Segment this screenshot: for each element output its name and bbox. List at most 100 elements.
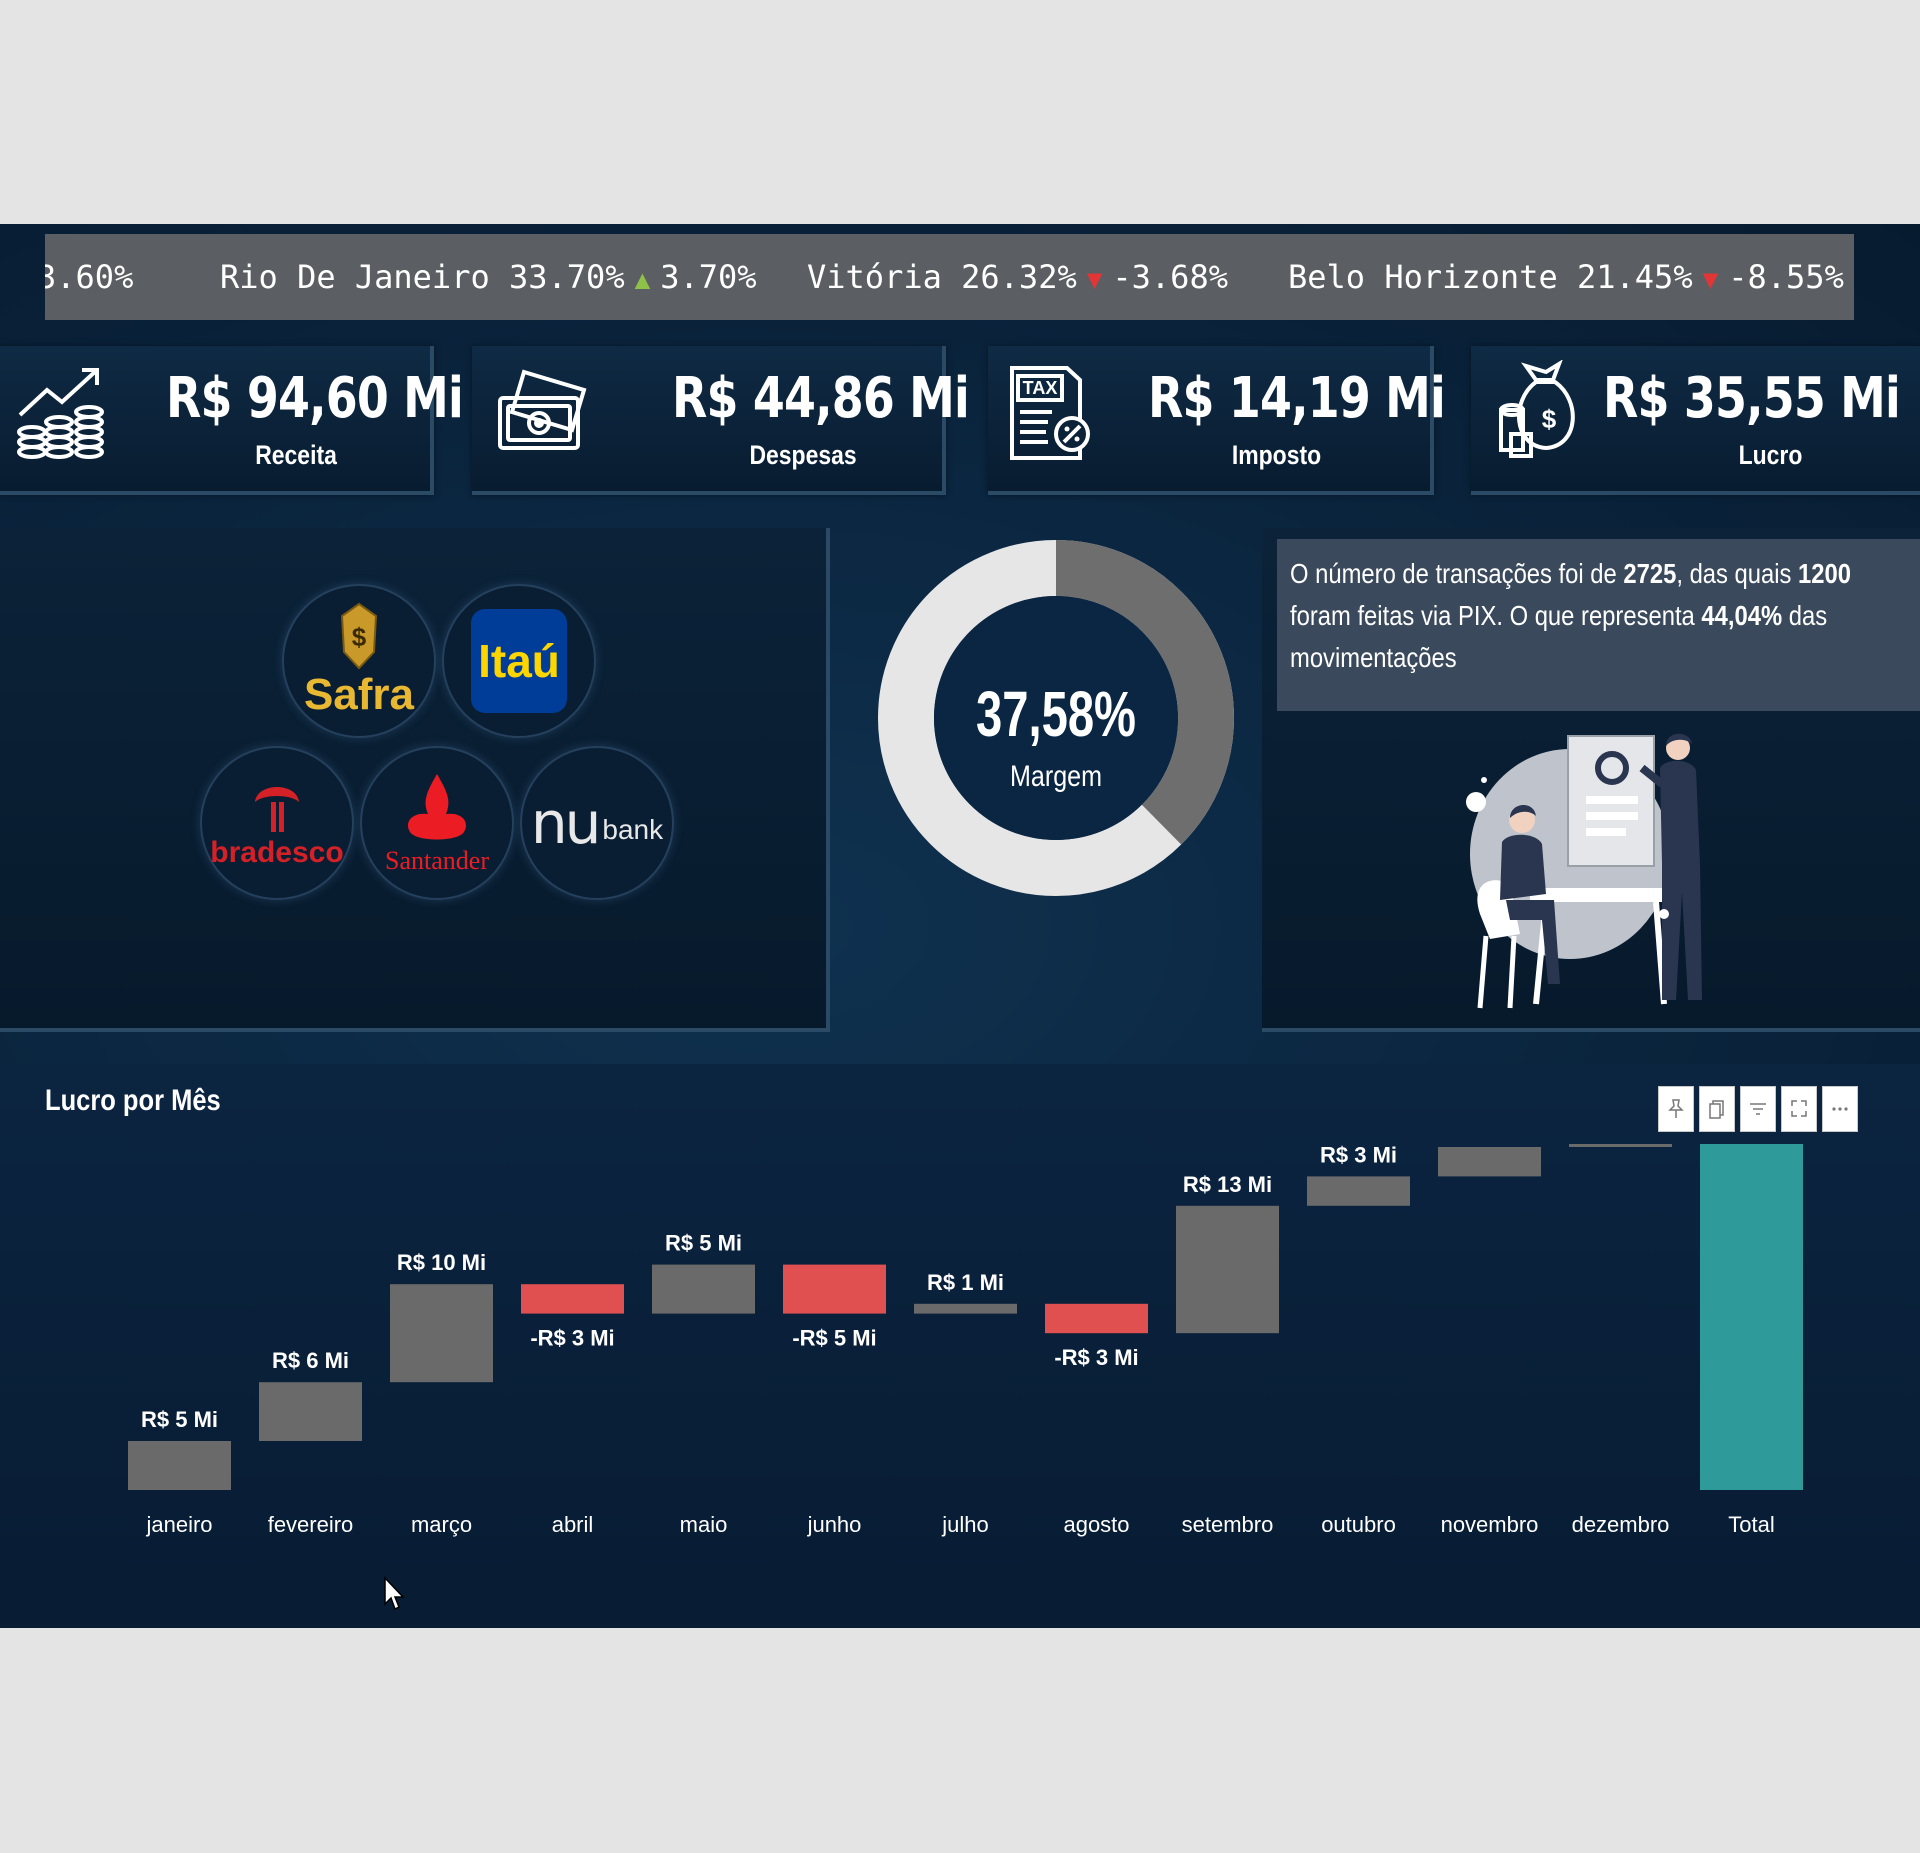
kpi-label: Despesas [749,440,857,470]
ticker-item: 3.60% [45,258,134,296]
x-tick-label: agosto [1063,1512,1129,1537]
x-tick-label: setembro [1182,1512,1274,1537]
month-bar[interactable] [914,1303,1017,1314]
bank-logo-bradesco[interactable]: bradesco [200,746,354,900]
data-label: R$ 5 Mi [141,1407,218,1432]
kpi-value: R$ 35,55 Mi [1603,366,1901,431]
x-tick-label: outubro [1321,1512,1396,1537]
filter-icon[interactable] [1740,1086,1776,1132]
kpi-value: R$ 94,60 Mi [166,366,464,431]
x-tick-label: maio [680,1512,728,1537]
more-options-icon[interactable] [1822,1086,1858,1132]
growth-coins-icon [17,368,104,459]
x-tick-label: janeiro [145,1512,212,1537]
bank-logo-itau[interactable]: Itaú [442,584,596,738]
banks-panel: $ Safra Itaú bradesco Santander nu bank [0,528,830,1032]
data-label: R$ 6 Mi [272,1348,349,1373]
month-bar[interactable] [783,1264,886,1314]
dashboard: 3.60% Rio De Janeiro 33.70% ▲ 3.70% Vitóri… [0,224,1920,1628]
arrow-down-icon: ▼ [1086,265,1103,295]
city-ticker: 3.60% Rio De Janeiro 33.70% ▲ 3.70% Vitóri… [45,234,1854,320]
svg-text:$: $ [352,622,367,652]
money-bag-icon: $ [1499,360,1575,458]
data-label: R$ 1 Mi [927,1270,1004,1295]
kpi-value: R$ 14,19 Mi [1148,366,1446,431]
x-tick-label: março [411,1512,472,1537]
data-label: -R$ 3 Mi [1054,1345,1138,1370]
month-bar[interactable] [390,1284,493,1383]
ticker-item: Rio De Janeiro 33.70% ▲ 3.70% [220,258,757,296]
x-tick-label: dezembro [1572,1512,1670,1537]
ticker-item: Belo Horizonte 21.45% ▼ -8.55% [1288,258,1844,296]
kpi-card-imposto[interactable]: TAX R$ 14,19 Mi Imposto [988,346,1446,495]
santander-flame-icon [408,774,466,840]
month-bar[interactable] [521,1284,624,1314]
bank-name: Safra [303,670,415,719]
total-bar[interactable] [1700,1144,1803,1490]
info-text: O número de transações foi de [1290,558,1624,589]
margin-label: Margem [1010,760,1102,793]
focus-mode-icon[interactable] [1781,1086,1817,1132]
transactions-summary: O número de transações foi de 2725, das … [1277,539,1920,711]
data-label: R$ 13 Mi [1183,1172,1272,1197]
kpi-label: Imposto [1231,440,1322,470]
kpi-value: R$ 44,86 Mi [672,366,970,431]
bank-name: Itaú [478,635,560,687]
ticker-item: Vitória 26.32% ▼ -3.68% [807,258,1228,296]
margin-donut[interactable]: 37,58% Margem [874,536,1238,900]
data-label: -R$ 3 Mi [530,1326,614,1351]
bank-logo-safra[interactable]: $ Safra [282,584,436,738]
info-text: , das quais [1676,558,1799,589]
bank-name: Santander [385,846,489,875]
month-bar[interactable] [259,1382,362,1441]
chart-title: Lucro por Mês [45,1084,221,1117]
month-bar[interactable] [1438,1147,1541,1177]
kpi-label: Lucro [1738,440,1803,470]
bank-logo-santander[interactable]: Santander [360,746,514,900]
info-text: foram feitas via PIX. O que representa [1290,600,1702,631]
data-label: R$ 5 Mi [665,1231,742,1256]
x-tick-label: novembro [1441,1512,1539,1537]
pix-count: 1200 [1798,558,1852,589]
tax-document-icon: TAX [1010,366,1090,460]
kpi-label: Receita [255,440,337,470]
data-label: R$ 10 Mi [397,1250,486,1275]
copy-icon[interactable] [1699,1086,1735,1132]
bank-name: bradesco [210,836,344,869]
x-tick-label: abril [552,1512,594,1537]
month-bar[interactable] [652,1264,755,1314]
nubank-bank: bank [602,814,664,845]
kpi-card-receita[interactable]: R$ 94,60 Mi Receita [0,346,464,495]
mouse-cursor-icon [384,1576,405,1611]
bradesco-tree-icon [255,787,299,832]
data-label: R$ 3 Mi [1320,1144,1397,1167]
month-bar[interactable] [1307,1176,1410,1206]
safra-crest-icon: $ [340,602,378,670]
arrow-down-icon: ▼ [1702,265,1719,295]
nubank-wordmark: nu bank [531,794,663,852]
x-tick-label: Total [1728,1512,1774,1537]
nubank-nu: nu [530,789,602,857]
profit-waterfall-chart[interactable]: R$ 5 Mi janeiro R$ 6 Mi fevereiro R$ 10 Mi ma… [0,1144,1920,1544]
bank-logo-nubank[interactable]: nu bank [520,746,674,900]
data-label: -R$ 5 Mi [792,1326,876,1351]
x-tick-label: julho [941,1512,988,1537]
transactions-count: 2725 [1623,558,1677,589]
month-bar[interactable] [1176,1205,1279,1334]
itau-badge: Itaú [471,609,567,713]
month-bar[interactable] [1569,1144,1672,1147]
svg-text:$: $ [1542,404,1557,434]
month-bar[interactable] [128,1441,231,1490]
margin-value: 37,58% [976,678,1136,750]
x-tick-label: junho [807,1512,862,1537]
pin-icon[interactable] [1658,1086,1694,1132]
cash-icon [498,369,587,450]
month-bar[interactable] [1045,1303,1148,1334]
kpi-card-lucro[interactable]: $ R$ 35,55 Mi Lucro [1471,346,1920,495]
pix-percent: 44,04% [1701,600,1783,631]
meeting-illustration [1466,733,1702,1009]
svg-text:TAX: TAX [1023,378,1058,398]
kpi-card-despesas[interactable]: R$ 44,86 Mi Despesas [472,346,970,495]
arrow-up-icon: ▲ [634,265,651,295]
x-tick-label: fevereiro [268,1512,354,1537]
